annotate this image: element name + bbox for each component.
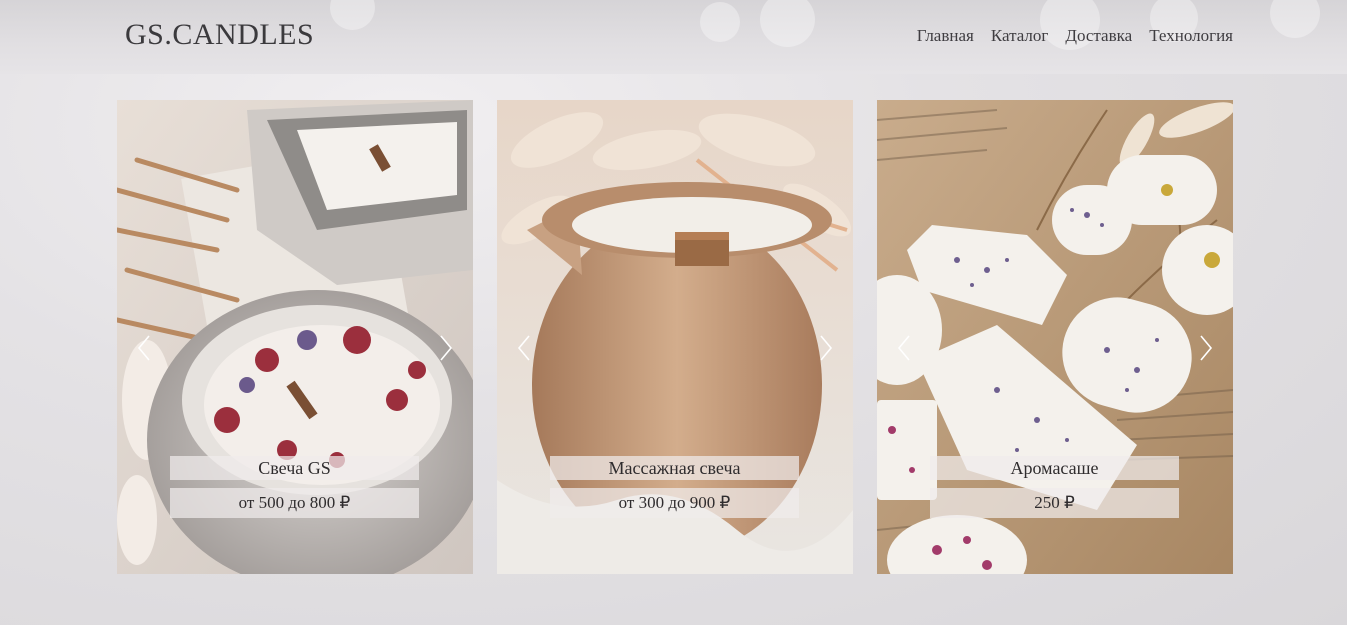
bokeh-decoration [760,0,815,47]
chevron-left-icon[interactable] [517,334,531,362]
nav-item-home[interactable]: Главная [917,26,974,46]
chevron-left-icon[interactable] [137,334,151,362]
product-price: 250 ₽ [930,488,1179,518]
product-cards: Свеча GS от 500 до 800 ₽ Массажная свеча… [117,100,1233,574]
bokeh-decoration [330,0,375,30]
product-name: Аромасаше [930,456,1179,480]
chevron-right-icon[interactable] [819,334,833,362]
main-nav: Главная Каталог Доставка Технология [917,26,1233,46]
product-name: Свеча GS [170,456,419,480]
product-card-candle-gs[interactable]: Свеча GS от 500 до 800 ₽ [117,100,473,574]
site-logo[interactable]: GS.CANDLES [125,18,314,52]
site-header: GS.CANDLES Главная Каталог Доставка Техн… [0,0,1347,74]
chevron-left-icon[interactable] [897,334,911,362]
product-price: от 500 до 800 ₽ [170,488,419,518]
nav-item-delivery[interactable]: Доставка [1065,26,1132,46]
product-name: Массажная свеча [550,456,799,480]
nav-item-catalog[interactable]: Каталог [991,26,1049,46]
bokeh-decoration [1270,0,1320,38]
product-card-aroma-sachet[interactable]: Аромасаше 250 ₽ [877,100,1233,574]
bokeh-decoration [700,2,740,42]
nav-item-technology[interactable]: Технология [1149,26,1233,46]
product-price: от 300 до 900 ₽ [550,488,799,518]
chevron-right-icon[interactable] [1199,334,1213,362]
chevron-right-icon[interactable] [439,334,453,362]
product-card-massage-candle[interactable]: Массажная свеча от 300 до 900 ₽ [497,100,853,574]
